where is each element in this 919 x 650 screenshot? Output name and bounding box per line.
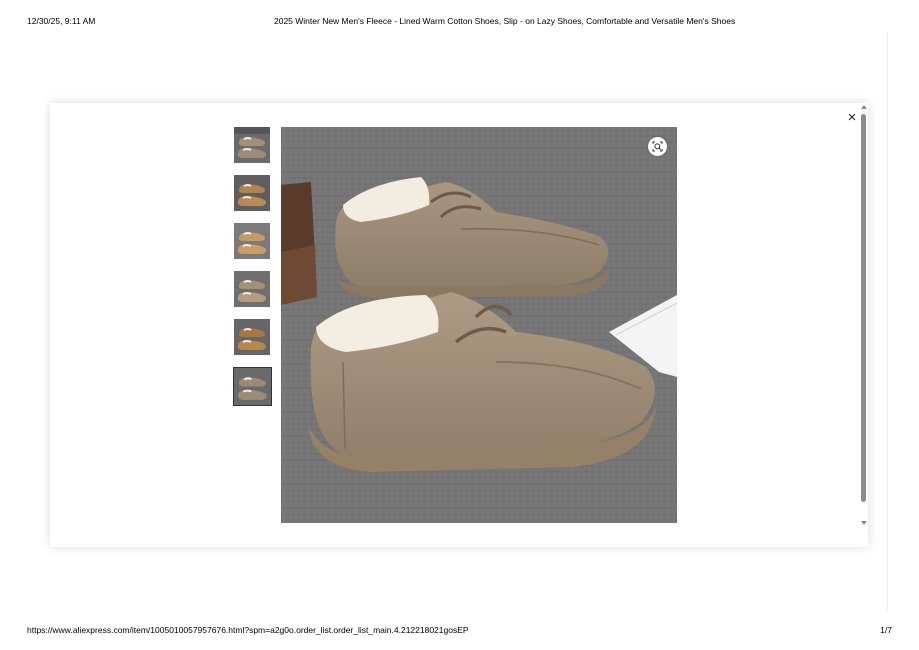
scroll-up-arrow-icon[interactable] — [861, 105, 867, 109]
print-footer: https://www.aliexpress.com/item/10050100… — [0, 625, 919, 639]
thumbnail-5[interactable] — [234, 319, 270, 355]
modal-scrollbar[interactable] — [859, 105, 869, 531]
print-url: https://www.aliexpress.com/item/10050100… — [27, 625, 469, 635]
thumbnail-2[interactable] — [234, 175, 270, 211]
print-date: 12/30/25, 9:11 AM — [27, 16, 96, 26]
magnify-scan-icon — [652, 141, 663, 152]
thumbnail-strip — [233, 127, 273, 407]
product-photo — [281, 127, 677, 523]
main-product-image[interactable] — [281, 127, 677, 523]
image-viewer-modal: × — [50, 103, 868, 547]
scroll-down-arrow-icon[interactable] — [861, 521, 867, 525]
zoom-button[interactable] — [648, 137, 667, 156]
thumbnail-3[interactable] — [234, 223, 270, 259]
print-header: 12/30/25, 9:11 AM 2025 Winter New Men's … — [0, 16, 919, 30]
close-button[interactable]: × — [845, 110, 859, 126]
thumbnail-1[interactable] — [234, 127, 270, 163]
print-page-number: 1/7 — [880, 625, 892, 635]
thumbnail-6-selected[interactable] — [233, 367, 272, 406]
print-page-title: 2025 Winter New Men's Fleece - Lined War… — [274, 16, 736, 26]
page-edge — [887, 32, 888, 610]
scroll-thumb[interactable] — [861, 114, 866, 502]
thumbnail-4[interactable] — [234, 271, 270, 307]
